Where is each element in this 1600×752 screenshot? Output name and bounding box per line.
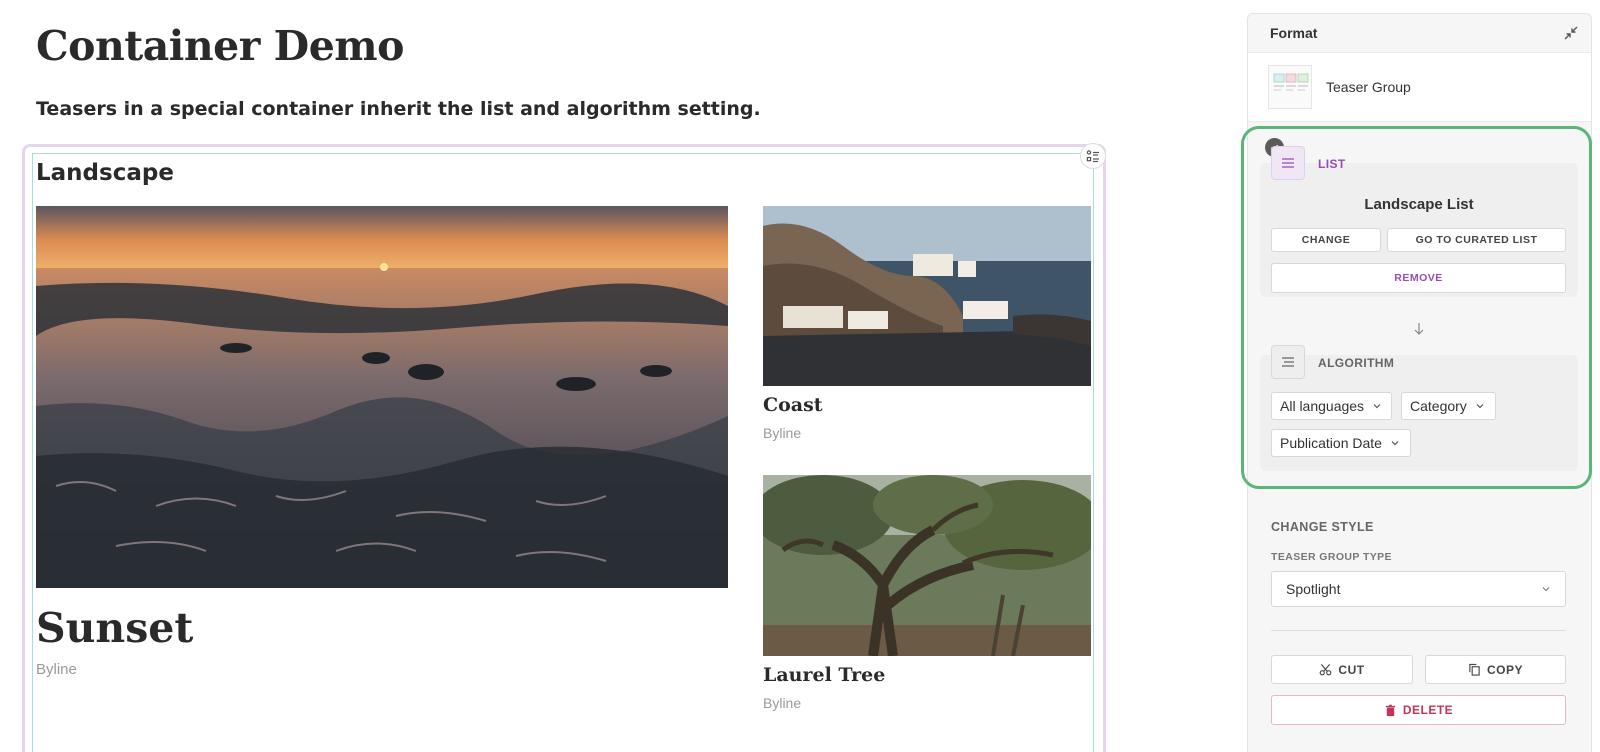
delete-label: DELETE	[1402, 703, 1454, 717]
chevron-down-icon	[1476, 404, 1484, 409]
algorithm-icon	[1271, 345, 1305, 379]
delete-button[interactable]: DELETE	[1271, 695, 1566, 725]
language-select[interactable]: All languages	[1271, 392, 1392, 420]
component-type: Teaser Group	[1248, 52, 1591, 122]
category-select-value: Category	[1410, 398, 1467, 414]
list-name: Landscape List	[1364, 196, 1474, 213]
copy-icon	[1469, 663, 1480, 676]
algorithm-heading: ALGORITHM	[1318, 356, 1395, 370]
teaser-title-coast[interactable]: Coast	[763, 394, 823, 416]
category-select[interactable]: Category	[1401, 392, 1496, 420]
arrow-down-icon	[1414, 323, 1424, 335]
change-list-button[interactable]: CHANGE	[1271, 228, 1381, 252]
language-select-value: All languages	[1280, 398, 1365, 414]
cut-button[interactable]: CUT	[1271, 655, 1413, 684]
component-type-label: Teaser Group	[1326, 79, 1411, 95]
sunset-image[interactable]	[36, 206, 728, 588]
list-icon	[1271, 146, 1305, 180]
list-toggle-icon	[1086, 150, 1099, 163]
sort-select-value: Publication Date	[1280, 435, 1382, 451]
list-heading: LIST	[1318, 157, 1346, 171]
teaser-byline-sunset: Byline	[36, 661, 77, 678]
copy-button[interactable]: COPY	[1425, 655, 1566, 684]
list-toggle-button[interactable]	[1080, 143, 1106, 169]
divider	[1271, 630, 1566, 631]
change-style-heading: CHANGE STYLE	[1271, 520, 1374, 534]
panel-title: Format	[1270, 25, 1318, 41]
teaser-group-type-value: Spotlight	[1286, 581, 1341, 597]
teaser-byline-coast: Byline	[763, 425, 802, 441]
teaser-group-type-select[interactable]: Spotlight	[1271, 571, 1566, 607]
remove-list-button[interactable]: REMOVE	[1271, 263, 1566, 293]
trash-icon	[1385, 704, 1395, 716]
cut-label: CUT	[1338, 662, 1365, 677]
coast-image[interactable]	[763, 206, 1091, 386]
laurel-tree-image[interactable]	[763, 475, 1091, 656]
panel-header: Format	[1248, 14, 1591, 52]
teaser-group-type-label: TEASER GROUP TYPE	[1271, 551, 1392, 563]
scissors-icon	[1320, 664, 1332, 676]
teaser-title-laurel-tree[interactable]: Laurel Tree	[763, 664, 885, 686]
go-to-curated-list-button[interactable]: GO TO CURATED LIST	[1387, 228, 1566, 252]
teaser-group-thumbnail	[1268, 65, 1312, 109]
teaser-byline-laurel-tree: Byline	[763, 695, 802, 711]
chevron-down-icon	[1542, 587, 1550, 592]
sort-select[interactable]: Publication Date	[1271, 429, 1411, 457]
section-title: Landscape	[36, 160, 174, 186]
copy-label: COPY	[1486, 662, 1523, 677]
teaser-title-sunset[interactable]: Sunset	[36, 604, 193, 652]
collapse-icon[interactable]	[1563, 25, 1579, 41]
page-lead: Teasers in a special container inherit t…	[36, 98, 761, 120]
chevron-down-icon	[1373, 404, 1381, 409]
chevron-down-icon	[1391, 441, 1399, 446]
page-title: Container Demo	[36, 22, 405, 70]
